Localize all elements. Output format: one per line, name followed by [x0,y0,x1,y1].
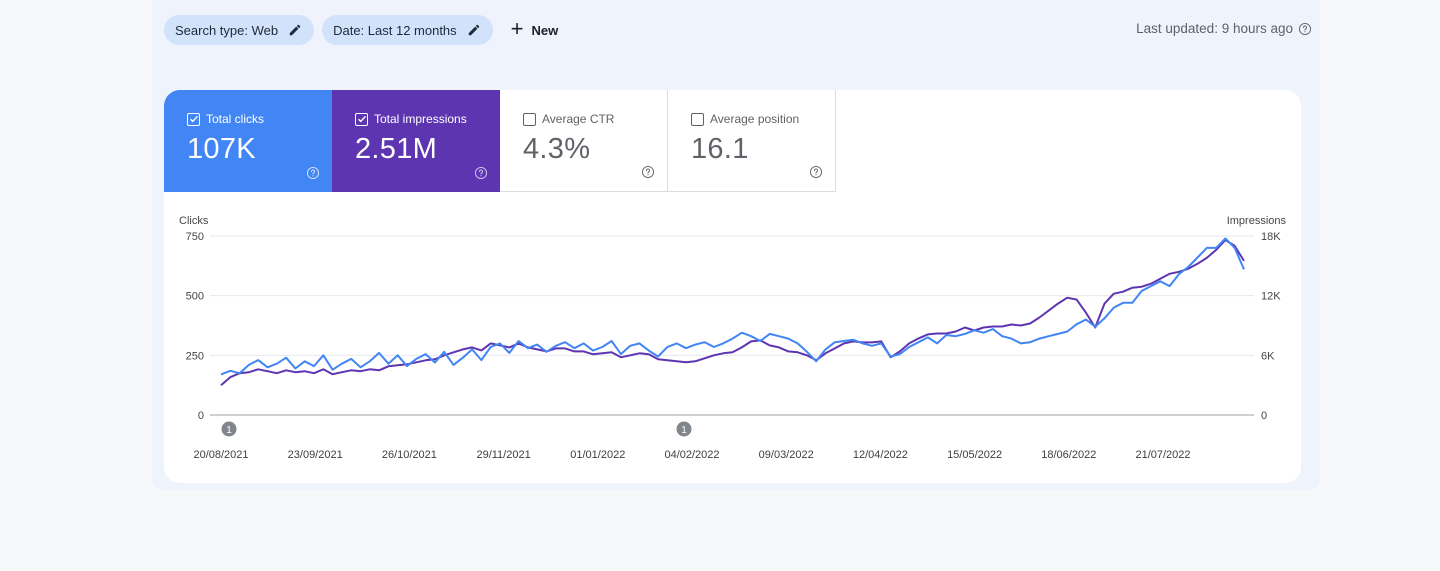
checkbox-checked-icon[interactable] [355,112,368,126]
help-icon[interactable] [1298,22,1312,36]
right-tick-label: 0 [1261,410,1267,422]
help-icon[interactable] [306,166,320,180]
metric-label: Average CTR [542,112,615,126]
x-tick-label: 04/02/2022 [664,449,719,461]
right-tick-label: 12K [1261,291,1281,303]
new-filter-label: New [531,22,559,38]
metric-tab-average-ctr[interactable]: Average CTR 4.3% [500,90,668,192]
x-tick-label: 21/07/2022 [1135,449,1190,461]
metric-tab-average-position[interactable]: Average position 16.1 [668,90,836,192]
metric-value: 16.1 [691,133,749,165]
x-tick-label: 09/03/2022 [759,449,814,461]
edit-pencil-icon [468,24,479,36]
right-tick-label: 6K [1261,350,1275,362]
metric-tab-total-clicks[interactable]: Total clicks 107K [164,90,332,192]
help-icon[interactable] [809,165,823,179]
checkbox-unchecked-icon[interactable] [691,112,704,126]
metric-label: Total impressions [374,112,467,126]
search-type-label: Search type: Web [175,22,279,38]
x-tick-label: 23/09/2021 [288,449,343,461]
x-tick-label: 18/06/2022 [1041,449,1096,461]
right-axis-title: Impressions [1227,215,1287,227]
left-tick-label: 500 [186,291,204,303]
metric-tab-total-impressions[interactable]: Total impressions 2.51M [332,90,500,192]
x-tick-label: 15/05/2022 [947,449,1002,461]
left-tick-label: 0 [198,410,204,422]
left-tick-label: 750 [186,231,204,243]
date-filter-label: Date: Last 12 months [333,22,457,38]
series-line-total-clicks [220,237,1245,376]
last-updated-text: Last updated: 9 hours ago [1136,21,1293,36]
x-tick-label: 20/08/2021 [193,449,248,461]
filter-bar: Search type: Web Date: Last 12 months + … [164,14,568,46]
metric-label: Average position [710,112,800,126]
x-tick-label: 26/10/2021 [382,449,437,461]
help-icon[interactable] [474,166,488,180]
left-axis-title: Clicks [179,215,209,227]
checkbox-checked-icon[interactable] [187,112,200,126]
metric-value: 107K [187,133,256,165]
x-tick-label: 29/11/2021 [476,449,530,461]
x-tick-label: 12/04/2022 [853,449,908,461]
search-type-filter-chip[interactable]: Search type: Web [164,15,315,45]
series-line-total-impressions [220,239,1245,386]
annotation-label: 1 [226,425,232,436]
metric-value: 4.3% [523,133,591,165]
right-tick-label: 18K [1261,231,1281,243]
metric-value: 2.51M [355,133,438,165]
checkbox-unchecked-icon[interactable] [523,112,536,126]
plus-icon: + [510,16,524,41]
metric-label: Total clicks [206,112,265,126]
last-updated-status: Last updated: 9 hours ago [1136,21,1312,36]
edit-pencil-icon [289,24,301,36]
performance-chart[interactable]: Clicks Impressions 750 500 250 0 18K 12K 6K 0 20/0… [164,192,1301,483]
date-filter-chip[interactable]: Date: Last 12 months [322,15,493,45]
performance-card: Total clicks 107K Total impressions 2.51… [164,90,1301,483]
left-tick-label: 250 [186,350,204,362]
x-tick-label: 01/01/2022 [570,449,625,461]
chart-svg: Clicks Impressions 750 500 250 0 18K 12K 6K 0 20/0… [179,215,1287,461]
new-filter-button[interactable]: + New [501,15,569,45]
help-icon[interactable] [641,165,655,179]
annotation-label: 1 [681,425,687,436]
metric-tabs: Total clicks 107K Total impressions 2.51… [164,90,836,192]
